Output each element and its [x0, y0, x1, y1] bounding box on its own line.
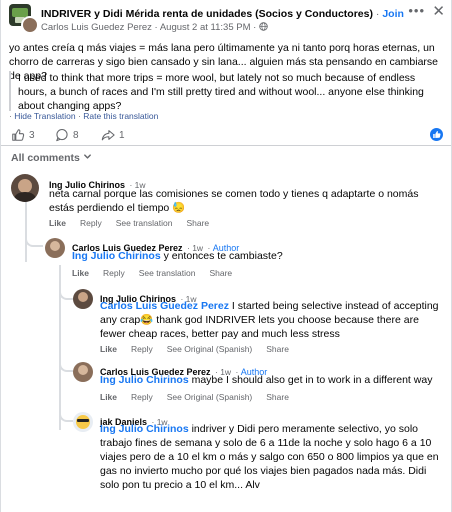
like-button[interactable]: 3 — [11, 128, 35, 142]
comment-actions: Like Reply See translation Share — [49, 218, 223, 228]
comment-count: 8 — [73, 129, 79, 141]
share-icon — [101, 128, 115, 142]
comment: Ing Julio Chirinos · 1w neta carnal porq… — [11, 174, 441, 230]
commenter-avatar[interactable] — [11, 174, 39, 202]
post-translation: I used to think that more trips = more w… — [9, 71, 441, 112]
emoji: 😂 — [140, 314, 154, 326]
comment-button[interactable]: 8 — [55, 128, 79, 142]
mention-link[interactable]: Ing Julio Chirinos — [100, 374, 189, 386]
comment-text: Ing Julio Chirinos y entonces te cambias… — [72, 250, 283, 262]
commenter-avatar[interactable] — [73, 289, 93, 309]
join-link[interactable]: Join — [382, 8, 404, 20]
thumbs-up-icon — [11, 128, 25, 142]
group-title-line: INDRIVER y Didi Mérida renta de unidades… — [41, 8, 404, 20]
rate-translation-link[interactable]: Rate this translation — [83, 111, 158, 121]
author-avatar[interactable] — [21, 16, 39, 34]
post-panel: INDRIVER y Didi Mérida renta de unidades… — [0, 0, 452, 512]
comment-icon — [55, 128, 69, 142]
post-author[interactable]: Carlos Luis Guedez Perez — [41, 22, 152, 33]
like-link[interactable]: Like — [72, 268, 89, 278]
comment-reply: Ing Julio Chirinos · 1w Carlos Luis Gued… — [73, 289, 445, 359]
thread-connector — [59, 290, 73, 300]
more-icon[interactable]: ••• — [408, 3, 425, 18]
chevron-down-icon — [83, 152, 92, 164]
emoji: 😓 — [172, 202, 186, 214]
post-meta: Carlos Luis Guedez Perez · August 2 at 1… — [41, 22, 268, 33]
see-original-link[interactable]: See Original (Spanish) — [167, 392, 253, 402]
share-link[interactable]: Share — [186, 218, 209, 228]
see-original-link[interactable]: See Original (Spanish) — [167, 344, 253, 354]
comment-reply: Carlos Luis Guedez Perez · 1w · Author I… — [45, 238, 445, 282]
see-translation-link[interactable]: See translation — [116, 218, 173, 228]
thread-connector — [59, 412, 73, 422]
divider — [1, 145, 451, 146]
like-link[interactable]: Like — [100, 344, 117, 354]
mention-link[interactable]: Carlos Luis Guedez Perez — [100, 300, 229, 312]
reply-link[interactable]: Reply — [80, 218, 102, 228]
commenter-avatar[interactable] — [73, 412, 93, 432]
like-link[interactable]: Like — [49, 218, 66, 228]
comment-reply: jak Daniels · 1w Ing Julio Chirinos indr… — [73, 412, 445, 512]
mention-link[interactable]: Ing Julio Chirinos — [72, 250, 161, 262]
share-link[interactable]: Share — [266, 392, 289, 402]
post-date[interactable]: August 2 at 11:35 PM — [160, 22, 251, 33]
comment-reply: Carlos Luis Guedez Perez · 1w · Author I… — [73, 362, 445, 406]
group-title[interactable]: INDRIVER y Didi Mérida renta de unidades… — [41, 8, 373, 20]
like-count: 3 — [29, 129, 35, 141]
comment-actions: Like Reply See Original (Spanish) Share — [100, 392, 303, 402]
thread-connector — [25, 236, 43, 247]
share-button[interactable]: 1 — [101, 128, 125, 142]
mention-link[interactable]: Ing Julio Chirinos — [100, 423, 189, 435]
comment-actions: Like Reply See Original (Spanish) Share — [100, 344, 303, 354]
commenter-avatar[interactable] — [73, 362, 93, 382]
comment-actions: Like Reply See translation Share — [72, 268, 246, 278]
like-reaction-icon[interactable] — [430, 128, 443, 141]
reply-link[interactable]: Reply — [131, 344, 153, 354]
post-header: INDRIVER y Didi Mérida renta de unidades… — [1, 0, 451, 38]
share-link[interactable]: Share — [209, 268, 232, 278]
comment-text: Ing Julio Chirinos maybe I should also g… — [100, 374, 433, 386]
translation-links: · Hide Translation · Rate this translati… — [9, 111, 159, 121]
share-count: 1 — [119, 129, 125, 141]
close-icon[interactable]: ✕ — [432, 2, 445, 20]
reply-link[interactable]: Reply — [103, 268, 125, 278]
reply-link[interactable]: Reply — [131, 392, 153, 402]
comment-text: neta carnal porque las comisiones se com… — [49, 188, 419, 214]
hide-translation-link[interactable]: Hide Translation — [14, 111, 75, 121]
comment-text: Carlos Luis Guedez Perez I started being… — [100, 300, 439, 340]
post-stats: 3 8 1 — [9, 126, 445, 144]
like-link[interactable]: Like — [100, 392, 117, 402]
commenter-avatar[interactable] — [45, 238, 65, 258]
see-translation-link[interactable]: See translation — [139, 268, 196, 278]
comment-sort-dropdown[interactable]: All comments — [11, 152, 92, 164]
globe-icon — [259, 22, 268, 33]
thread-connector — [59, 362, 73, 372]
share-link[interactable]: Share — [266, 344, 289, 354]
comment-text: Ing Julio Chirinos indriver y Didi pero … — [100, 423, 439, 491]
